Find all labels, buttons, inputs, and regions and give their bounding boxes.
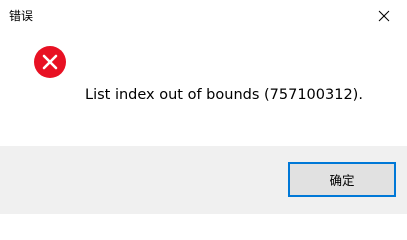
close-icon <box>378 10 390 22</box>
error-icon <box>33 45 67 79</box>
ok-button-label: 确定 <box>329 173 355 188</box>
title-bar: 错误 <box>0 0 407 32</box>
ok-button[interactable]: 确定 <box>288 162 396 197</box>
error-dialog: 错误 List index out of bounds (757100312).… <box>0 0 407 214</box>
error-message: List index out of bounds (757100312). <box>85 87 363 103</box>
dialog-title: 错误 <box>9 9 34 23</box>
close-button[interactable] <box>361 0 407 32</box>
